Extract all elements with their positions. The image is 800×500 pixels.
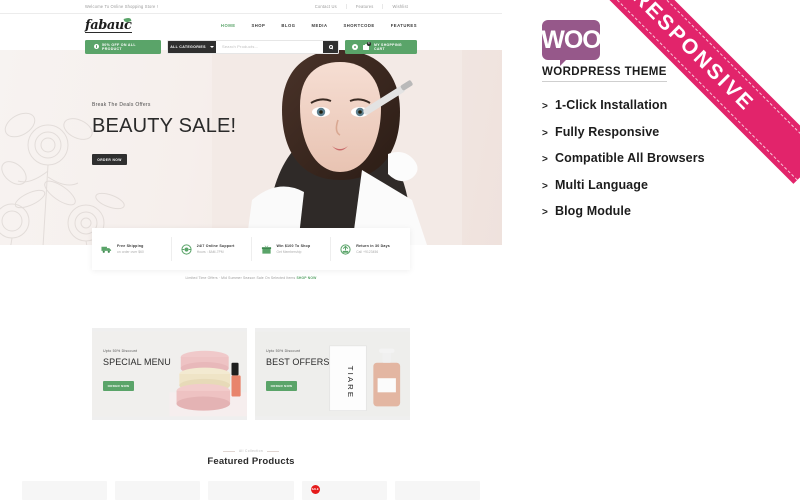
cart-count-badge: 0 bbox=[367, 42, 371, 46]
nav-item-home[interactable]: HOME bbox=[221, 23, 236, 28]
chevron-right-icon: > bbox=[542, 127, 548, 139]
svg-text:TIARE: TIARE bbox=[346, 366, 355, 399]
utility-links: Contact Us Features Wishlist bbox=[306, 4, 417, 9]
search-submit-button[interactable] bbox=[323, 40, 338, 53]
promo-order-now-button[interactable]: ORDER NOW bbox=[103, 381, 134, 391]
category-select[interactable]: ALL CATEGORIES bbox=[168, 40, 216, 53]
service-sub: Get Membership bbox=[276, 249, 302, 254]
service-item-win-to-shop: Win $100 To Shop Get Membership bbox=[252, 237, 332, 261]
service-item-return: Return in 30 Days Call +9123456 bbox=[331, 237, 410, 261]
hero-title: BEAUTY SALE! bbox=[92, 115, 237, 137]
info-icon bbox=[94, 44, 99, 49]
feature-item-browsers: > Compatible All Browsers bbox=[542, 151, 772, 165]
chevron-right-icon: > bbox=[542, 180, 548, 192]
truck-icon bbox=[101, 246, 112, 253]
hero-subtitle: Break The Deals Offers bbox=[92, 102, 151, 108]
chevron-right-icon: > bbox=[542, 207, 548, 218]
promo-copy: Upto 50% Discount BEST OFFERS ORDER NOW bbox=[266, 349, 329, 391]
product-card[interactable] bbox=[22, 481, 108, 500]
main-header: fabauc HOME SHOP BLOG MEDIA SHORTCODE FE… bbox=[0, 14, 502, 36]
nav-item-shortcode[interactable]: SHORTCODE bbox=[343, 23, 374, 28]
website-preview: Welcome To Online Shopping Store ! Conta… bbox=[0, 0, 502, 500]
promo-title: BEST OFFERS bbox=[266, 357, 330, 367]
feature-item-language: > Multi Language bbox=[542, 178, 772, 192]
service-sub: Call +9123456 bbox=[356, 249, 379, 254]
category-select-label: ALL CATEGORIES bbox=[170, 44, 206, 49]
offer-button-label: 50% OFF ON ALL PRODUCT bbox=[102, 42, 136, 51]
hero-model-image bbox=[212, 50, 462, 245]
main-navigation: HOME SHOP BLOG MEDIA SHORTCODE FEATURES bbox=[221, 23, 417, 28]
product-grid: SALE bbox=[22, 481, 481, 500]
search-strip: 50% OFF ON ALL PRODUCT ALL CATEGORIES Se… bbox=[0, 36, 502, 57]
service-title: Free Shipping bbox=[117, 244, 144, 249]
promo-banners: Upto 50% Discount SPECIAL MENU ORDER NOW… bbox=[92, 328, 410, 420]
offer-shop-now-link[interactable]: SHOP NOW bbox=[296, 276, 316, 280]
link-features[interactable]: Features bbox=[345, 4, 383, 9]
woo-logo-text: WOO bbox=[541, 25, 601, 54]
feature-label: Fully Responsive bbox=[554, 124, 660, 139]
search-input[interactable]: Search Products... bbox=[216, 44, 323, 49]
service-features-bar: Free Shipping on order over $60 24/7 Onl… bbox=[92, 228, 410, 270]
featured-kicker: All Collection bbox=[0, 449, 502, 453]
service-title: Return in 30 Days bbox=[356, 244, 391, 249]
hero-order-now-button[interactable]: ORDER NOW bbox=[92, 154, 127, 165]
promo-order-now-button[interactable]: ORDER NOW bbox=[266, 381, 297, 391]
featured-products-heading: All Collection Featured Products bbox=[0, 449, 502, 467]
nav-item-features[interactable]: FEATURES bbox=[391, 23, 417, 28]
promo-copy: Upto 50% Discount SPECIAL MENU ORDER NOW bbox=[103, 349, 171, 391]
nav-item-shop[interactable]: SHOP bbox=[251, 23, 265, 28]
feature-label: Multi Language bbox=[554, 177, 649, 192]
feature-label: Blog Module bbox=[554, 204, 632, 218]
chevron-down-icon bbox=[209, 45, 214, 48]
service-item-support: 24/7 Online Support Hours : 8AM-7PM bbox=[172, 237, 252, 261]
site-logo[interactable]: fabauc bbox=[85, 16, 132, 33]
sale-badge: SALE bbox=[310, 485, 320, 494]
promo-panel: WOO WORDPRESS THEME > 1-Click Installati… bbox=[502, 0, 800, 500]
cart-area: 0 MY SHOPPING CART bbox=[345, 39, 417, 54]
product-card[interactable] bbox=[115, 481, 201, 500]
promo-banner-special-menu[interactable]: Upto 50% Discount SPECIAL MENU ORDER NOW bbox=[92, 328, 247, 420]
offer-text: Limited Time Offers · Mid Summer Season … bbox=[185, 276, 296, 280]
shopping-bag-icon[interactable]: 0 bbox=[363, 42, 371, 50]
offer-button[interactable]: 50% OFF ON ALL PRODUCT bbox=[85, 39, 161, 54]
link-contact-us[interactable]: Contact Us bbox=[306, 4, 346, 9]
cart-label[interactable]: MY SHOPPING CART bbox=[374, 43, 410, 51]
offer-announcement: Limited Time Offers · Mid Summer Season … bbox=[0, 276, 502, 280]
chevron-right-icon: > bbox=[542, 101, 548, 112]
gear-icon[interactable] bbox=[352, 43, 358, 50]
welcome-message: Welcome To Online Shopping Store ! bbox=[85, 4, 159, 9]
panel-heading: WORDPRESS THEME bbox=[542, 66, 667, 82]
product-card[interactable] bbox=[394, 481, 481, 500]
service-sub: on order over $60 bbox=[117, 249, 144, 254]
link-wishlist[interactable]: Wishlist bbox=[382, 4, 417, 9]
woocommerce-logo: WOO bbox=[541, 20, 602, 66]
promo-banner-best-offers[interactable]: TIARE Upto 50% Discount BEST OFFERS ORDE… bbox=[255, 328, 410, 420]
promo-title: SPECIAL MENU bbox=[103, 357, 171, 367]
search-box: ALL CATEGORIES Search Products... bbox=[167, 39, 339, 54]
service-title: Win $100 To Shop bbox=[276, 244, 311, 249]
top-utility-bar: Welcome To Online Shopping Store ! Conta… bbox=[0, 0, 502, 14]
feature-label: 1-Click Installation bbox=[554, 98, 668, 112]
gift-icon bbox=[261, 245, 271, 254]
headset-icon bbox=[181, 243, 192, 255]
promo-subtitle: Upto 50% Discount bbox=[266, 349, 301, 353]
nav-item-blog[interactable]: BLOG bbox=[281, 23, 295, 28]
service-sub: Hours : 8AM-7PM bbox=[196, 249, 224, 254]
product-card[interactable] bbox=[208, 481, 294, 500]
featured-title: Featured Products bbox=[207, 456, 295, 467]
promo-subtitle: Upto 50% Discount bbox=[103, 349, 138, 353]
hero-copy: Break The Deals Offers BEAUTY SALE! ORDE… bbox=[92, 102, 236, 165]
feature-item-blog: > Blog Module bbox=[542, 204, 772, 218]
product-card[interactable]: SALE bbox=[301, 481, 387, 500]
service-item-free-shipping: Free Shipping on order over $60 bbox=[92, 237, 172, 261]
service-title: 24/7 Online Support bbox=[196, 244, 235, 249]
chevron-right-icon: > bbox=[542, 154, 548, 165]
logo-underline bbox=[85, 32, 132, 33]
return-icon bbox=[340, 243, 351, 255]
feature-label: Compatible All Browsers bbox=[554, 151, 705, 165]
search-icon bbox=[328, 44, 333, 49]
nav-item-media[interactable]: MEDIA bbox=[311, 23, 327, 28]
hero-slider[interactable]: Break The Deals Offers BEAUTY SALE! ORDE… bbox=[0, 50, 502, 245]
